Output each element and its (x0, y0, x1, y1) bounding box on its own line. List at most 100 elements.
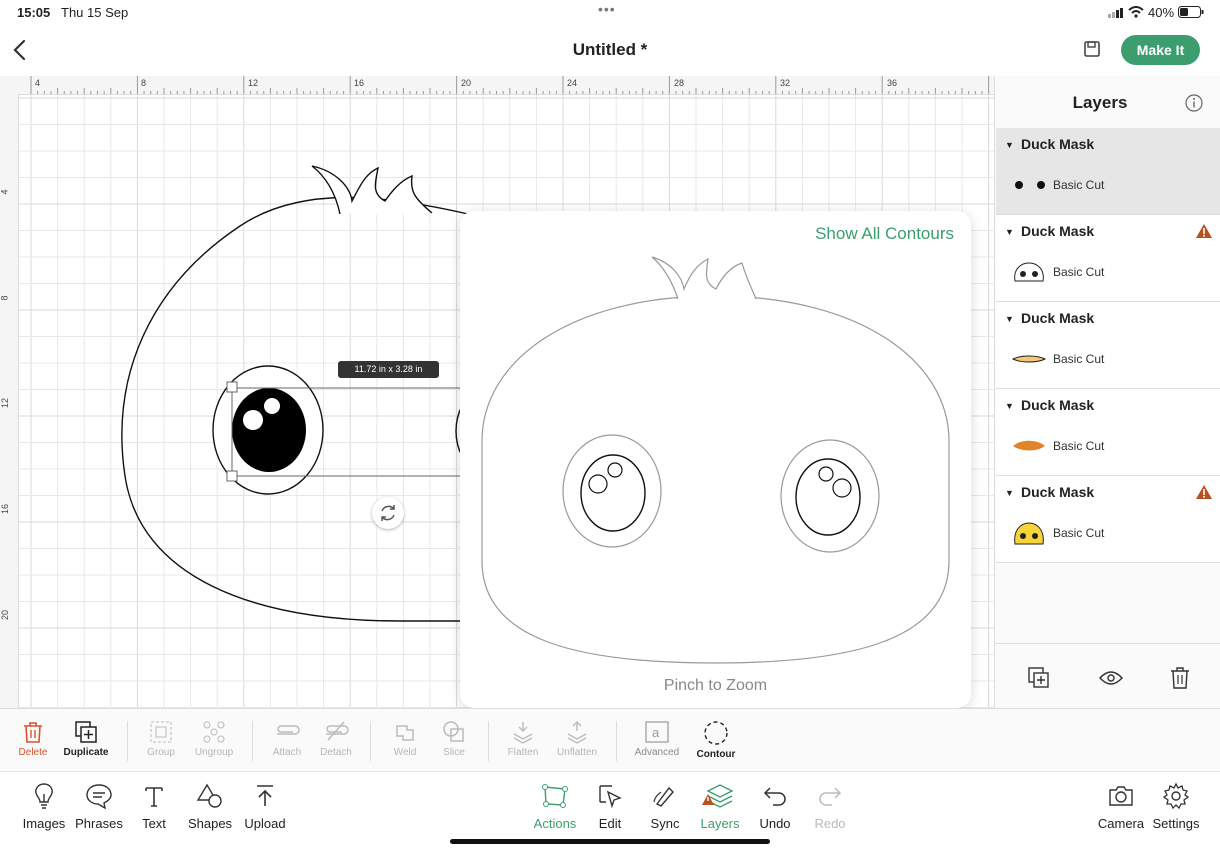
delete-button[interactable]: Delete (12, 714, 54, 758)
duplicate-layer-icon[interactable] (1027, 666, 1051, 690)
duplicate-button[interactable]: Duplicate (62, 714, 110, 758)
collapse-triangle-icon[interactable]: ▼ (1005, 227, 1014, 237)
camera-button[interactable]: Camera (1096, 782, 1146, 831)
text-t-icon (145, 787, 163, 807)
layer-group-name: Duck Mask (1021, 484, 1095, 500)
warning-icon[interactable] (1195, 484, 1213, 500)
layer-operation[interactable]: Basic Cut (1053, 265, 1104, 279)
duplicate-icon (75, 721, 97, 743)
detach-button[interactable]: Detach (314, 714, 358, 758)
toolbar-divider (370, 721, 371, 761)
app-header: Untitled * Make It (0, 24, 1220, 76)
collapse-triangle-icon[interactable]: ▼ (1005, 140, 1014, 150)
flatten-label: Flatten (507, 747, 539, 758)
detach-label: Detach (320, 747, 352, 758)
status-bar: 15:05 Thu 15 Sep ••• 40% (0, 0, 1220, 24)
back-chevron-icon[interactable] (10, 38, 30, 62)
layer-group[interactable]: ▼ Duck Mask Basic Cut (996, 215, 1220, 302)
layer-group-name: Duck Mask (1021, 397, 1095, 413)
battery-percent: 40% (1148, 5, 1175, 20)
delete-layer-trash-icon[interactable] (1168, 665, 1192, 691)
rotate-handle[interactable] (372, 497, 404, 529)
camera-label: Camera (1097, 816, 1145, 831)
detach-icon (326, 721, 349, 741)
layer-operation[interactable]: Basic Cut (1053, 178, 1104, 192)
undo-button[interactable]: Undo (755, 782, 795, 831)
weld-icon (396, 725, 414, 741)
layer-operation[interactable]: Basic Cut (1053, 439, 1104, 453)
collapse-triangle-icon[interactable]: ▼ (1005, 401, 1014, 411)
images-button[interactable]: Images (20, 782, 68, 831)
weld-button[interactable]: Weld (384, 714, 426, 758)
contour-preview[interactable] (460, 211, 971, 681)
edit-cursor-icon (599, 785, 622, 809)
ungroup-label: Ungroup (194, 747, 234, 758)
contour-icon (704, 721, 728, 745)
shapes-button[interactable]: Shapes (186, 782, 234, 831)
layer-operation[interactable]: Basic Cut (1053, 352, 1104, 366)
group-label: Group (147, 747, 175, 758)
camera-icon (1109, 786, 1133, 806)
text-button[interactable]: Text (134, 782, 174, 831)
make-it-button[interactable]: Make It (1121, 35, 1200, 65)
layers-panel: Layers ▼ Duck Mask Basic Cut ▼ Duck Mask… (994, 76, 1220, 709)
settings-label: Settings (1152, 816, 1200, 831)
actions-button[interactable]: Actions (530, 782, 580, 831)
sync-button[interactable]: Sync (645, 782, 685, 831)
beak-orange-thumbnail-icon (1013, 440, 1045, 451)
redo-button[interactable]: Redo (810, 782, 850, 831)
slice-icon (443, 721, 464, 742)
advanced-button[interactable]: a Advanced (632, 714, 682, 758)
save-icon[interactable] (1080, 37, 1104, 61)
ungroup-button[interactable]: Ungroup (190, 714, 238, 758)
group-button[interactable]: Group (140, 714, 182, 758)
warning-icon[interactable] (1195, 223, 1213, 239)
slice-button[interactable]: Slice (434, 714, 474, 758)
home-indicator[interactable] (450, 839, 770, 844)
collapse-triangle-icon[interactable]: ▼ (1005, 488, 1014, 498)
toolbar-divider (252, 721, 253, 761)
collapse-triangle-icon[interactable]: ▼ (1005, 314, 1014, 324)
phrases-button[interactable]: Phrases (74, 782, 124, 831)
layer-group[interactable]: ▼ Duck Mask Basic Cut (996, 302, 1220, 389)
multitasking-dots-icon[interactable]: ••• (598, 1, 616, 17)
project-title: Untitled * (572, 40, 648, 59)
eye-visibility-icon[interactable] (1099, 668, 1123, 688)
layer-group-name: Duck Mask (1021, 136, 1095, 152)
duplicate-label: Duplicate (63, 747, 109, 758)
ungroup-icon (203, 721, 225, 743)
layers-stack-icon (702, 784, 734, 808)
contour-label: Contour (696, 749, 736, 760)
contour-button[interactable]: Contour (692, 714, 740, 760)
status-date: Thu 15 Sep (61, 5, 129, 20)
delete-label: Delete (18, 747, 48, 758)
pinch-to-zoom-hint: Pinch to Zoom (663, 677, 768, 694)
text-label: Text (142, 816, 166, 831)
unflatten-icon (567, 721, 587, 744)
settings-button[interactable]: Settings (1150, 782, 1202, 831)
layer-group[interactable]: ▼ Duck Mask Basic Cut (996, 128, 1220, 215)
attach-button[interactable]: Attach (266, 714, 308, 758)
bottom-toolbar: Images Phrases Text Shapes Upload Action… (0, 771, 1220, 854)
images-label: Images (22, 816, 66, 831)
advanced-label: Advanced (634, 747, 680, 758)
contour-popover[interactable]: Show All Contours Pinch to Zoom (460, 211, 971, 708)
info-icon[interactable] (1185, 94, 1203, 112)
paperclip-icon (277, 725, 300, 735)
layer-group[interactable]: ▼ Duck Mask Basic Cut (996, 389, 1220, 476)
flatten-icon (513, 722, 533, 744)
toolbar-divider (616, 721, 617, 761)
unflatten-button[interactable]: Unflatten (552, 714, 602, 758)
shapes-icon (196, 783, 222, 808)
layer-operation[interactable]: Basic Cut (1053, 526, 1104, 540)
layer-group[interactable]: ▼ Duck Mask Basic Cut (996, 476, 1220, 563)
battery-icon (1178, 6, 1204, 18)
sync-pen-icon (653, 786, 674, 807)
edit-button[interactable]: Edit (590, 782, 630, 831)
flatten-button[interactable]: Flatten (502, 714, 544, 758)
face-yellow-thumbnail-icon (1014, 522, 1044, 545)
upload-button[interactable]: Upload (242, 782, 288, 831)
undo-label: Undo (759, 816, 791, 831)
layers-button[interactable]: Layers (695, 782, 745, 831)
face-outline-thumbnail-icon (1014, 262, 1044, 282)
